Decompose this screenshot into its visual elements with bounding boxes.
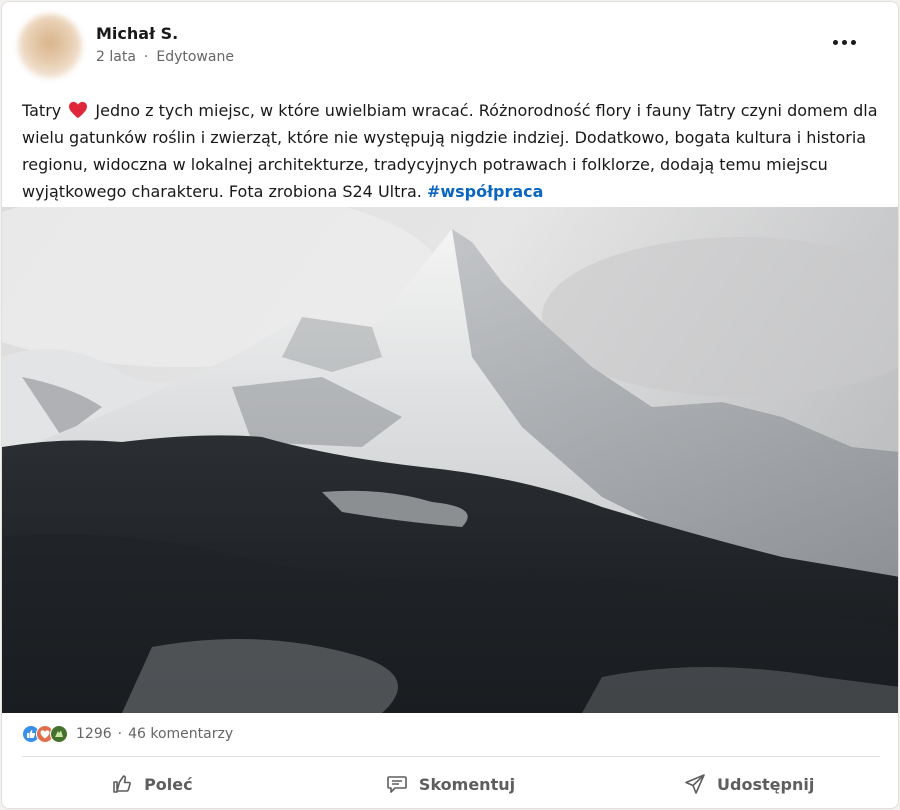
post-photo[interactable] (2, 207, 899, 713)
post-card: Michał S. 2 lata · Edytowane Tatry Jedno z… (1, 1, 899, 809)
post-time: 2 lata (96, 49, 136, 65)
meta-separator: · (143, 49, 149, 65)
action-bar: Poleć Skomentuj Udostępnij (2, 760, 898, 808)
heart-emoji-icon (69, 101, 88, 119)
reaction-counts: 1296 · 46 komentarzy (76, 726, 233, 742)
post-text: Tatry Jedno z tych miejsc, w które uwiel… (22, 97, 882, 205)
post-text-start: Tatry (22, 101, 67, 120)
support-reaction-icon (50, 725, 68, 743)
reaction-count[interactable]: 1296 (76, 726, 112, 742)
post-header: Michał S. 2 lata · Edytowane (2, 2, 898, 92)
like-button[interactable]: Poleć (2, 760, 301, 808)
comments-count[interactable]: 46 komentarzy (128, 726, 233, 742)
comment-icon (387, 776, 407, 793)
avatar[interactable] (18, 14, 82, 78)
comment-button[interactable]: Skomentuj (301, 760, 600, 808)
share-button[interactable]: Udostępnij (599, 760, 898, 808)
hashtag-link[interactable]: #współpraca (427, 182, 544, 201)
like-icon (113, 775, 131, 793)
reactions-group[interactable] (22, 725, 68, 743)
like-label: Poleć (144, 774, 193, 794)
post-meta: 2 lata · Edytowane (96, 49, 234, 65)
edited-label: Edytowane (156, 49, 234, 65)
more-options-icon[interactable] (830, 30, 858, 54)
social-counts[interactable]: 1296 · 46 komentarzy (22, 722, 233, 746)
divider (22, 756, 880, 757)
share-label: Udostępnij (717, 774, 815, 794)
share-icon (685, 774, 705, 794)
comment-label: Skomentuj (418, 774, 516, 794)
author-name[interactable]: Michał S. (96, 24, 178, 43)
counts-separator: · (117, 726, 123, 742)
